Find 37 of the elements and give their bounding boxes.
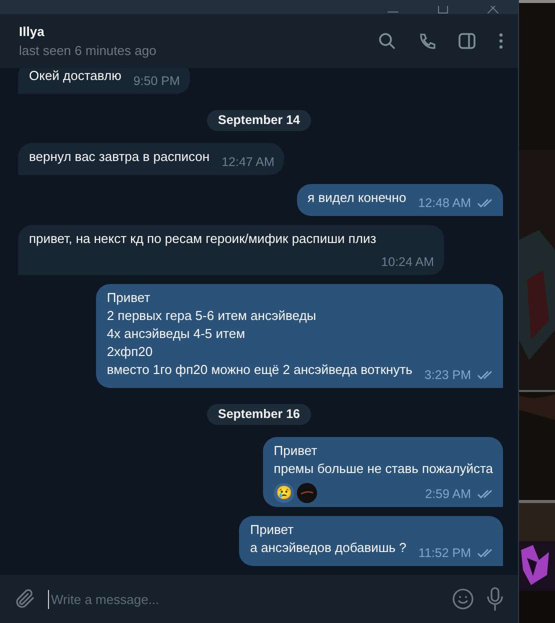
phone-icon — [418, 32, 436, 50]
paperclip-icon — [14, 588, 36, 610]
close-icon — [487, 6, 499, 14]
message-text: вернул вас завтра в расписон — [29, 148, 210, 166]
date-separator: September 14 — [207, 110, 311, 131]
message-text: Привет премы больше не ставь пожалуйста — [274, 442, 493, 478]
date-separator: September 16 — [207, 404, 311, 425]
message-time: 9:50 PM — [133, 73, 180, 90]
search-icon — [378, 32, 396, 50]
panel-icon — [458, 32, 476, 50]
message-time: 12:48 AM — [418, 195, 471, 212]
search-button[interactable] — [378, 32, 396, 50]
message-time: 11:52 PM — [418, 545, 471, 562]
reactor-avatar-icon — [296, 483, 317, 503]
message-text: Привет а ансэйведов добавишь ? — [250, 521, 406, 557]
voice-button[interactable] — [486, 587, 504, 611]
call-button[interactable] — [418, 32, 436, 50]
message-time: 12:47 AM — [222, 154, 274, 171]
more-button[interactable] — [498, 32, 504, 50]
message-time: 10:24 AM — [381, 254, 434, 271]
side-panel-button[interactable] — [458, 32, 476, 50]
message-text: Привет 2 первых гера 5-6 итем ансэйведы 4х ансэйведы 4-5 итем 2хфп20 вместо 1го фп20 можно ещё 2 ансэйведа воткнуть — [106, 289, 412, 379]
last-seen-status: last seen 6 minutes ago — [19, 43, 158, 58]
maximize-icon — [437, 6, 449, 14]
smiley-icon — [452, 588, 474, 610]
message-time: 3:23 PM — [424, 367, 471, 384]
microphone-icon — [486, 587, 504, 611]
message-text: Окей доставлю — [29, 68, 122, 85]
message-composer[interactable]: Write a message... — [0, 575, 518, 623]
message-text: я видел конечно — [308, 189, 406, 207]
emoji-button[interactable] — [452, 588, 474, 610]
attach-button[interactable] — [14, 588, 36, 610]
message-time: 2:59 AM — [425, 486, 471, 503]
reaction-emoji[interactable]: 😢 — [274, 483, 294, 503]
more-icon — [498, 32, 504, 50]
contact-name: Illya — [19, 24, 46, 39]
message-text: привет, на некст кд по ресам героик/мифик распиши плиз — [29, 230, 376, 248]
